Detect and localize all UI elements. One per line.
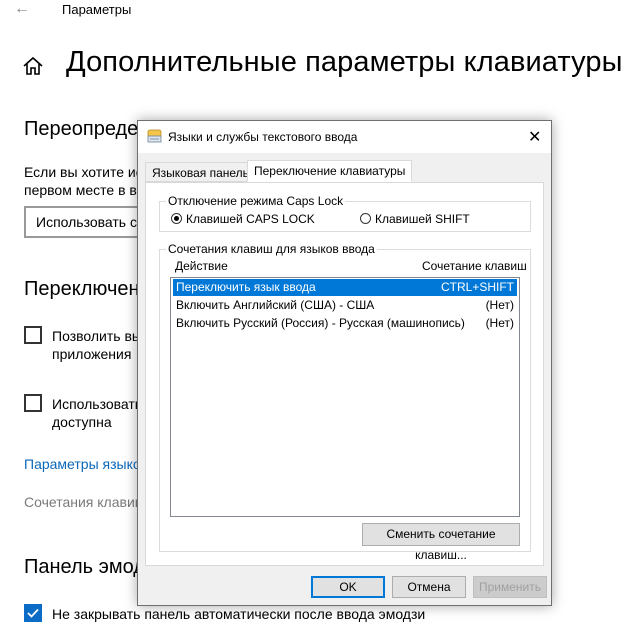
list-item-shortcut: CTRL+SHIFT: [440, 280, 514, 294]
shift-key-radio[interactable]: [360, 213, 371, 224]
close-icon[interactable]: ✕: [528, 127, 541, 147]
desktop-language-bar-checkbox[interactable]: [24, 394, 42, 412]
emoji-panel-checkbox[interactable]: [24, 604, 42, 622]
capslock-key-radio[interactable]: [171, 213, 182, 224]
checkmark-icon: [27, 608, 39, 618]
per-app-input-checkbox[interactable]: [24, 326, 42, 344]
column-header-action[interactable]: Действие: [175, 259, 228, 273]
tab-keyboard-switching[interactable]: Переключение клавиатуры: [247, 160, 413, 182]
desktop-language-bar-label-line2: доступна: [52, 414, 112, 430]
change-hotkey-button[interactable]: Сменить сочетание клавиш...: [362, 523, 520, 562]
ok-button[interactable]: OK: [311, 576, 385, 598]
window-title: Параметры: [62, 2, 132, 17]
section-heading-emoji: Панель эмод: [24, 556, 145, 578]
emoji-panel-checkbox-label: Не закрывать панель автоматически после …: [52, 606, 426, 622]
back-arrow-icon[interactable]: ←: [14, 0, 30, 18]
per-app-input-label-line1: Позволить вы: [52, 328, 142, 344]
desktop-language-bar-label-line1: Использовать: [52, 396, 143, 412]
list-item[interactable]: Включить Русский (Россия) - Русская (маш…: [173, 315, 517, 332]
capslock-group-legend: Отключение режима Caps Lock: [166, 194, 346, 208]
hotkeys-group-legend: Сочетания клавиш для языков ввода: [166, 242, 377, 256]
tab-language-bar[interactable]: Языковая панель: [145, 162, 256, 182]
dialog-title: Языки и службы текстового ввода: [168, 130, 358, 144]
apply-button[interactable]: Применить: [473, 576, 547, 598]
language-bar-options-link[interactable]: Параметры языко: [24, 456, 141, 472]
override-description-line2: первом месте в в: [24, 182, 137, 198]
input-hotkeys-text: Сочетания клавиш: [24, 494, 146, 510]
home-icon[interactable]: [22, 56, 44, 76]
list-item-shortcut: (Нет): [485, 316, 514, 330]
hotkeys-listview[interactable]: Переключить язык ввода CTRL+SHIFT Включи…: [170, 277, 520, 517]
shift-key-radio-label[interactable]: Клавишей SHIFT: [375, 212, 470, 226]
override-description-line1: Если вы хотите ис: [24, 164, 143, 180]
page-title: Дополнительные параметры клавиатуры: [66, 46, 623, 78]
capslock-key-radio-label[interactable]: Клавишей CAPS LOCK: [186, 212, 315, 226]
list-item-action: Включить Английский (США) - США: [176, 298, 375, 312]
list-item-action: Включить Русский (Россия) - Русская (маш…: [176, 316, 465, 330]
list-item-action: Переключить язык ввода: [176, 280, 316, 294]
column-header-shortcut[interactable]: Сочетание клавиш: [422, 259, 527, 273]
text-services-dialog: Языки и службы текстового ввода ✕ Языков…: [137, 120, 552, 606]
list-item[interactable]: Включить Английский (США) - США (Нет): [173, 297, 517, 314]
list-item[interactable]: Переключить язык ввода CTRL+SHIFT: [173, 279, 517, 296]
section-heading-switching: Переключен: [24, 278, 140, 300]
cancel-button[interactable]: Отмена: [392, 576, 466, 598]
per-app-input-label-line2: приложения: [52, 346, 132, 362]
list-item-shortcut: (Нет): [485, 298, 514, 312]
keyboard-app-icon: [147, 129, 162, 143]
section-heading-override: Переопреде: [24, 118, 139, 140]
